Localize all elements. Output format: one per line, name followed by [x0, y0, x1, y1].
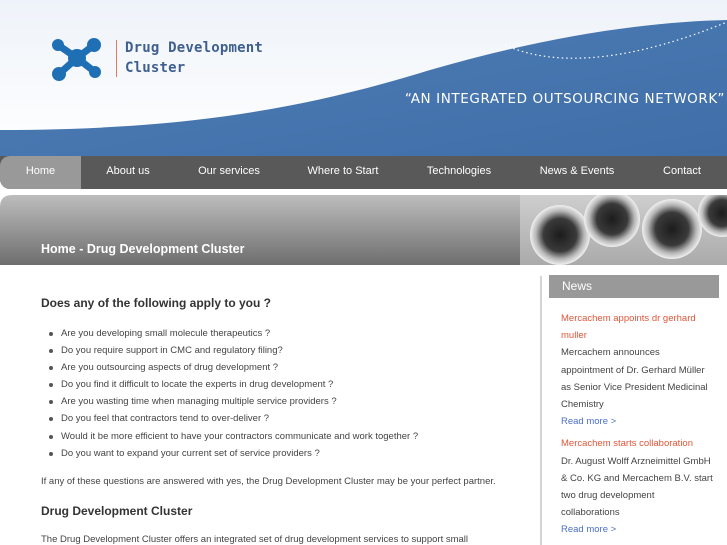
news-item: Mercachem appoints dr gerhard muller Mer… [561, 310, 721, 430]
list-item: Do you require support in CMC and regula… [49, 342, 418, 359]
page-title: Home - Drug Development Cluster [41, 242, 245, 256]
nav-technologies[interactable]: Technologies [418, 156, 500, 189]
tagline: “AN INTEGRATED OUTSOURCING NETWORK” [404, 91, 725, 107]
list-item: Would it be more efficient to have your … [49, 428, 418, 445]
nav-about-us[interactable]: About us [88, 156, 168, 189]
news-body-line: collaborations [561, 507, 620, 519]
list-item: Are you developing small molecule therap… [49, 325, 418, 342]
news-body-line: & Co. KG and Mercachem B.V. start [561, 472, 713, 484]
cluster-paragraph: The Drug Development Cluster offers an i… [41, 534, 469, 545]
brand-line-1: Drug Development [125, 40, 264, 56]
read-more-link[interactable]: Read more > [561, 521, 721, 538]
main-nav: Home About us Our services Where to Star… [0, 156, 727, 189]
news-body-line: Dr. August Wolff Arzneimittel GmbH [561, 455, 711, 467]
news-heading-label: News [562, 279, 593, 293]
news-body-line: Mercachem announces [561, 347, 660, 359]
news-body-line: Chemistry [561, 399, 604, 411]
list-item: Are you outsourcing aspects of drug deve… [49, 359, 418, 376]
intro-paragraph: If any of these questions are answered w… [41, 476, 496, 487]
brand-line-2: Cluster [125, 60, 186, 76]
news-body-line: appointment of Dr. Gerhard Müller [561, 364, 705, 376]
list-item: Do you feel that contractors tend to ove… [49, 410, 418, 427]
news-item: Mercachem starts collaboration Dr. Augus… [561, 435, 721, 538]
nav-home[interactable]: Home [0, 156, 81, 189]
question-heading: Does any of the following apply to you ? [41, 296, 272, 310]
read-more-link[interactable]: Read more > [561, 413, 721, 430]
list-item: Do you find it difficult to locate the e… [49, 376, 418, 393]
logo-divider [116, 40, 117, 77]
news-title-line: muller [561, 330, 587, 342]
nav-where-to-start[interactable]: Where to Start [300, 156, 386, 189]
news-heading: News [549, 275, 719, 298]
logo-mark-icon [52, 38, 101, 81]
news-title-link[interactable]: Mercachem appoints dr gerhard muller [561, 310, 721, 344]
question-list: Are you developing small molecule therap… [49, 325, 418, 462]
news-title-link[interactable]: Mercachem starts collaboration [561, 435, 721, 452]
brand-name: Drug Development Cluster [125, 38, 263, 78]
cluster-heading: Drug Development Cluster [41, 504, 193, 518]
news-body-line: as Senior Vice President Medicinal [561, 381, 708, 393]
site-header: Drug Development Cluster “AN INTEGRATED … [0, 0, 727, 156]
column-divider [540, 276, 542, 545]
nav-our-services[interactable]: Our services [189, 156, 269, 189]
list-item: Are you wasting time when managing multi… [49, 393, 418, 410]
list-item: Do you want to expand your current set o… [49, 445, 418, 462]
nav-news-events[interactable]: News & Events [535, 156, 619, 189]
news-title-line: Mercachem appoints dr gerhard [561, 313, 696, 324]
news-body-line: two drug development [561, 490, 655, 502]
news-list: Mercachem appoints dr gerhard muller Mer… [561, 310, 721, 539]
nav-contact[interactable]: Contact [652, 156, 712, 189]
